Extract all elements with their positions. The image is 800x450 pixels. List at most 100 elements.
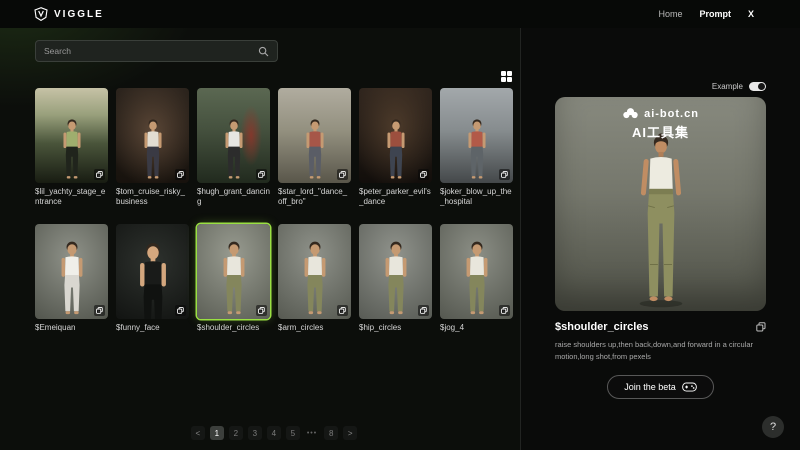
grid-item-thumbnail[interactable] [359,224,432,319]
grid-item-thumbnail[interactable] [359,88,432,183]
pagination-item[interactable]: ••• [305,426,319,440]
grid-item[interactable]: $shoulder_circles [197,224,270,353]
person-figure [381,118,410,180]
grid-item-label: $hugh_grant_dancing [197,187,270,217]
person-figure [138,118,167,180]
grid-item[interactable]: $tom_cruise_risky_business [116,88,189,217]
watermark-logo-icon [622,107,639,120]
grid-item-thumbnail[interactable] [197,88,270,183]
pagination: < 1 2 3 4 5 ••• 8 > [35,426,513,440]
pagination-item[interactable]: < [191,426,205,440]
copy-icon[interactable] [175,305,186,316]
copy-icon[interactable] [499,305,510,316]
copy-icon[interactable] [418,305,429,316]
pagination-item[interactable]: 8 [324,426,338,440]
pagination-item[interactable]: > [343,426,357,440]
top-nav: Home Prompt X [658,9,754,19]
grid-item-thumbnail[interactable] [440,88,513,183]
nav-x-link[interactable]: X [748,9,754,19]
viggle-logo[interactable]: VIGGLE [34,7,104,21]
toggle-knob [758,83,765,90]
grid-item-label: $peter_parker_evil's_dance [359,187,432,217]
help-button[interactable]: ? [762,416,784,438]
grid-item[interactable]: $Emeiquan [35,224,108,353]
person-figure [219,118,248,180]
grid-item[interactable]: $hip_circles [359,224,432,353]
grid-item[interactable]: $hugh_grant_dancing [197,88,270,217]
search-input[interactable] [44,46,258,56]
grid-item[interactable]: $joker_blow_up_the_hospital [440,88,513,217]
watermark-line1: ai-bot.cn [644,108,699,120]
example-toggle[interactable] [749,82,766,91]
person-figure [216,240,252,316]
watermark: ai-bot.cn AI工具集 [555,107,766,141]
example-row: Example [555,82,766,91]
copy-icon[interactable] [418,169,429,180]
nav-prompt[interactable]: Prompt [699,9,731,19]
person-figure [462,118,491,180]
person-figure [459,240,495,316]
grid-item-label: $tom_cruise_risky_business [116,187,189,217]
grid-item-thumbnail[interactable] [278,88,351,183]
pagination-item-label: > [348,429,353,438]
grid-item-thumbnail[interactable] [116,88,189,183]
pagination-item[interactable]: 5 [286,426,300,440]
copy-icon[interactable] [337,305,348,316]
pagination-item-label: 5 [291,429,295,438]
pagination-item[interactable]: 4 [267,426,281,440]
person-figure [130,241,174,319]
grid-item[interactable]: $arm_circles [278,224,351,353]
grid-item-label: $joker_blow_up_the_hospital [440,187,513,217]
grid-item-thumbnail[interactable] [278,224,351,319]
person-figure [300,118,329,180]
copy-icon[interactable] [256,305,267,316]
example-person-figure [620,131,700,309]
grid-view-icon[interactable] [500,68,513,84]
pagination-item[interactable]: 2 [229,426,243,440]
nav-home[interactable]: Home [658,9,682,19]
grid-item-label: $lil_yachty_stage_entrance [35,187,108,217]
grid-item[interactable]: $jog_4 [440,224,513,353]
logo-text: VIGGLE [54,9,104,20]
search-icon [258,46,269,57]
grid-item[interactable]: $peter_parker_evil's_dance [359,88,432,217]
grid-item[interactable]: $star_lord_"dance_off_bro" [278,88,351,217]
grid-item[interactable]: $funny_face [116,224,189,353]
copy-icon[interactable] [175,169,186,180]
pagination-item-label: 2 [234,429,238,438]
pagination-item-label: 8 [329,429,333,438]
grid-item-label: $shoulder_circles [197,323,270,353]
pagination-item-label: ••• [307,430,317,437]
copy-icon[interactable] [499,169,510,180]
grid-item-label: $arm_circles [278,323,351,353]
copy-icon[interactable] [94,305,105,316]
grid-item-label: $star_lord_"dance_off_bro" [278,187,351,217]
main-layout: $lil_yachty_stage_entrance $to [0,28,800,450]
copy-icon[interactable] [94,169,105,180]
grid-item-thumbnail[interactable] [197,224,270,319]
grid-item-label: $Emeiquan [35,323,108,353]
view-toolbar [35,68,513,84]
grid-item-thumbnail[interactable] [35,88,108,183]
pagination-item-label: < [195,429,200,438]
grid-item-thumbnail[interactable] [116,224,189,319]
join-beta-button[interactable]: Join the beta [607,375,714,399]
grid-item-thumbnail[interactable] [440,224,513,319]
person-figure [297,240,333,316]
copy-icon[interactable] [256,169,267,180]
pagination-item[interactable]: 3 [248,426,262,440]
template-browser: $lil_yachty_stage_entrance $to [0,28,520,450]
copy-icon[interactable] [337,169,348,180]
person-figure [378,240,414,316]
person-figure [54,240,90,316]
search-bar[interactable] [35,40,278,62]
grid-item-thumbnail[interactable] [35,224,108,319]
top-bar: VIGGLE Home Prompt X [0,0,800,28]
watermark-line2: AI工具集 [632,122,689,141]
grid-item-label: $funny_face [116,323,189,353]
copy-icon[interactable] [756,322,766,332]
pagination-item[interactable]: 1 [210,426,224,440]
example-label: Example [712,82,743,91]
grid-item[interactable]: $lil_yachty_stage_entrance [35,88,108,217]
pagination-item-label: 3 [253,429,257,438]
